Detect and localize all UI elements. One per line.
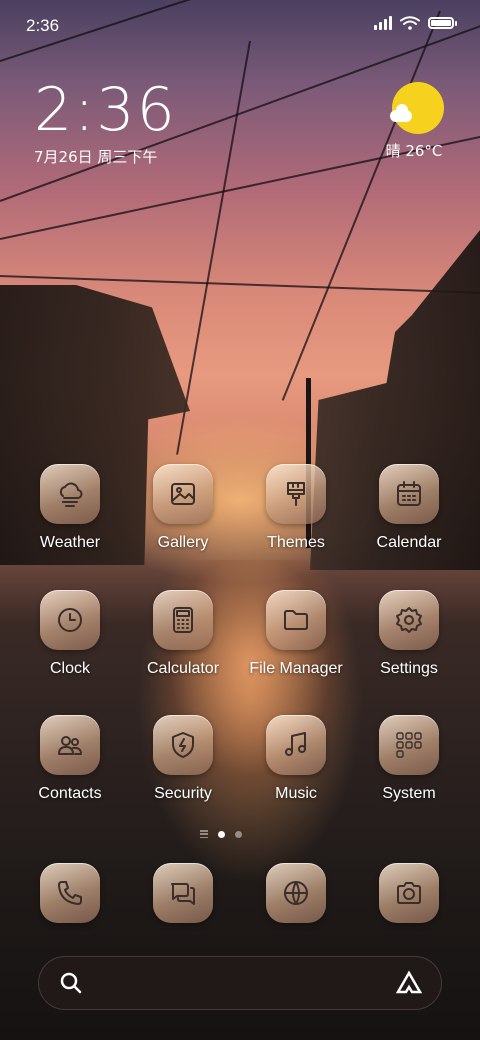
sun-cloud-icon <box>390 82 444 134</box>
app-label: Security <box>154 785 212 802</box>
contacts-icon <box>40 715 100 775</box>
app-label: Calendar <box>376 534 442 551</box>
phone-icon <box>40 863 100 923</box>
app-weather[interactable]: Weather <box>15 464 125 552</box>
message-icon <box>153 863 213 923</box>
app-themes[interactable]: Themes <box>241 464 351 552</box>
app-label: Settings <box>380 660 438 677</box>
app-calendar[interactable]: Calendar <box>354 464 464 552</box>
wifi-icon <box>400 16 420 30</box>
search-bar[interactable] <box>38 956 442 1010</box>
weather-widget[interactable]: 晴 26°C <box>384 82 444 161</box>
feed-indicator-icon <box>200 830 208 838</box>
dock-browser[interactable] <box>241 863 351 923</box>
app-music[interactable]: Music <box>241 715 351 803</box>
assistant-icon[interactable] <box>395 970 423 996</box>
weather-widget-text: 晴 26°C <box>385 142 443 160</box>
page-dot-active <box>218 830 225 838</box>
page-indicator[interactable] <box>200 830 242 838</box>
folder-grid-icon <box>379 715 439 775</box>
clock-widget-date: 7月26日 周三下午 <box>34 148 158 166</box>
app-calculator[interactable]: Calculator <box>128 590 238 678</box>
power-line <box>176 40 251 455</box>
gallery-icon <box>153 464 213 524</box>
app-settings[interactable]: Settings <box>354 590 464 678</box>
calculator-icon <box>153 590 213 650</box>
dock-camera[interactable] <box>354 863 464 923</box>
clock-widget-time: 2:36 <box>34 75 177 145</box>
app-clock[interactable]: Clock <box>15 590 125 678</box>
signal-icon <box>374 16 392 30</box>
folder-icon <box>266 590 326 650</box>
app-label: Calculator <box>146 660 220 677</box>
search-icon <box>60 972 82 994</box>
page-dot <box>235 830 242 838</box>
clock-icon <box>40 590 100 650</box>
app-label: Themes <box>267 534 325 551</box>
dock-messages[interactable] <box>128 863 238 923</box>
app-label: Music <box>275 785 317 802</box>
battery-icon <box>428 17 457 29</box>
app-system-folder[interactable]: System <box>354 715 464 803</box>
app-label: Gallery <box>157 534 209 551</box>
app-label: System <box>382 785 436 802</box>
browser-icon <box>266 863 326 923</box>
app-gallery[interactable]: Gallery <box>128 464 238 552</box>
app-label: Weather <box>39 534 101 551</box>
weather-icon <box>40 464 100 524</box>
status-bar: 2:36 <box>0 0 480 50</box>
app-label: Clock <box>49 660 90 677</box>
app-contacts[interactable]: Contacts <box>15 715 125 803</box>
app-label: File Manager <box>249 660 343 677</box>
shield-icon <box>153 715 213 775</box>
app-file-manager[interactable]: File Manager <box>241 590 351 678</box>
themes-icon <box>266 464 326 524</box>
status-icons <box>374 16 457 30</box>
status-time: 2:36 <box>26 16 60 35</box>
calendar-icon <box>379 464 439 524</box>
music-icon <box>266 715 326 775</box>
dock-phone[interactable] <box>15 863 125 923</box>
app-security[interactable]: Security <box>128 715 238 803</box>
gear-icon <box>379 590 439 650</box>
clock-widget[interactable]: 2:36 7月26日 周三下午 <box>34 78 177 167</box>
app-label: Contacts <box>38 785 102 802</box>
camera-icon <box>379 863 439 923</box>
